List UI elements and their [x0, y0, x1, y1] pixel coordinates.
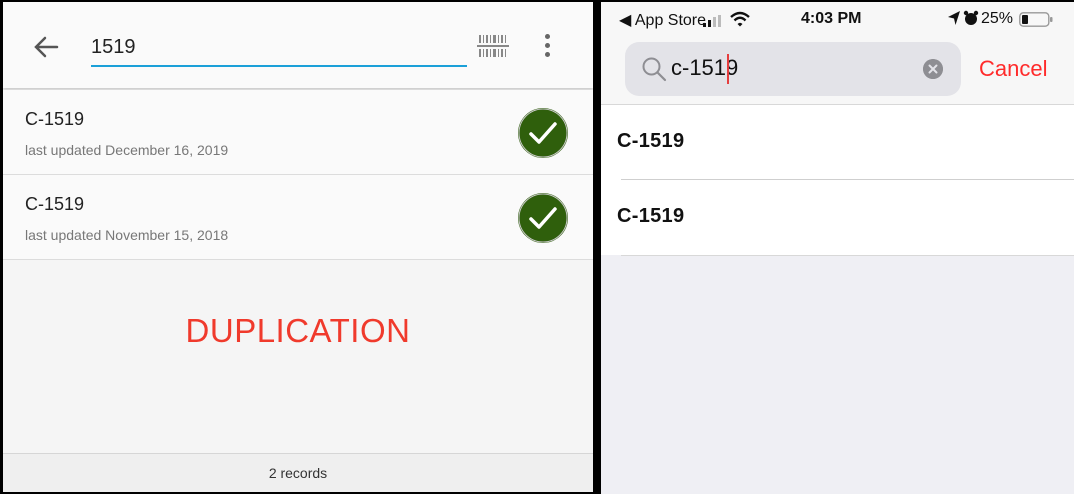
search-toolbar: 1519 — [3, 2, 593, 88]
result-subtitle: last updated November 15, 2018 — [25, 227, 229, 243]
result-row[interactable]: C-1519 last updated November 15, 2018 — [3, 175, 593, 260]
records-count: 2 records — [268, 465, 328, 481]
status-bar: ◀ App Store 4:03 PM 25% — [601, 2, 1074, 36]
result-subtitle: last updated December 16, 2019 — [25, 142, 229, 158]
text-caret — [727, 54, 729, 84]
search-input-underline — [91, 65, 467, 67]
status-time: 4:03 PM — [801, 10, 862, 27]
clear-search-icon[interactable] — [923, 59, 943, 79]
back-to-app-store[interactable]: ◀ App Store — [619, 10, 706, 30]
result-row[interactable]: C-1519 — [601, 180, 1074, 255]
search-icon — [642, 57, 667, 82]
battery-icon — [1019, 12, 1053, 27]
result-title: C-1519 — [617, 205, 685, 227]
search-field[interactable]: c-1519 — [625, 42, 961, 96]
result-title: C-1519 — [25, 194, 85, 214]
more-options-icon[interactable] — [543, 34, 551, 62]
alarm-clock-icon — [963, 10, 979, 25]
location-arrow-icon — [948, 11, 960, 25]
result-title: C-1519 — [617, 130, 685, 152]
row-separator — [621, 255, 1074, 256]
back-arrow-icon[interactable] — [31, 32, 61, 62]
ios-search-screen: ◀ App Store 4:03 PM 25% c-1519 Cancel C-… — [601, 2, 1074, 494]
result-row[interactable]: C-1519 — [601, 105, 1074, 180]
android-search-screen: 1519 C-1519 last updated December 16, 20… — [3, 2, 593, 492]
search-bar-area: c-1519 Cancel — [601, 36, 1074, 105]
barcode-scan-icon[interactable] — [477, 32, 509, 60]
duplication-annotation: DUPLICATION — [185, 312, 411, 349]
records-footer: 2 records — [3, 453, 593, 492]
checkmark-icon — [518, 108, 568, 158]
search-input[interactable]: 1519 — [91, 36, 136, 59]
result-title: C-1519 — [25, 109, 85, 129]
battery-percentage: 25% — [981, 10, 1014, 27]
cancel-button[interactable]: Cancel — [979, 56, 1047, 82]
result-row[interactable]: C-1519 last updated December 16, 2019 — [3, 90, 593, 175]
checkmark-icon — [518, 193, 568, 243]
cellular-signal-icon — [703, 15, 721, 27]
wifi-icon — [730, 11, 750, 27]
